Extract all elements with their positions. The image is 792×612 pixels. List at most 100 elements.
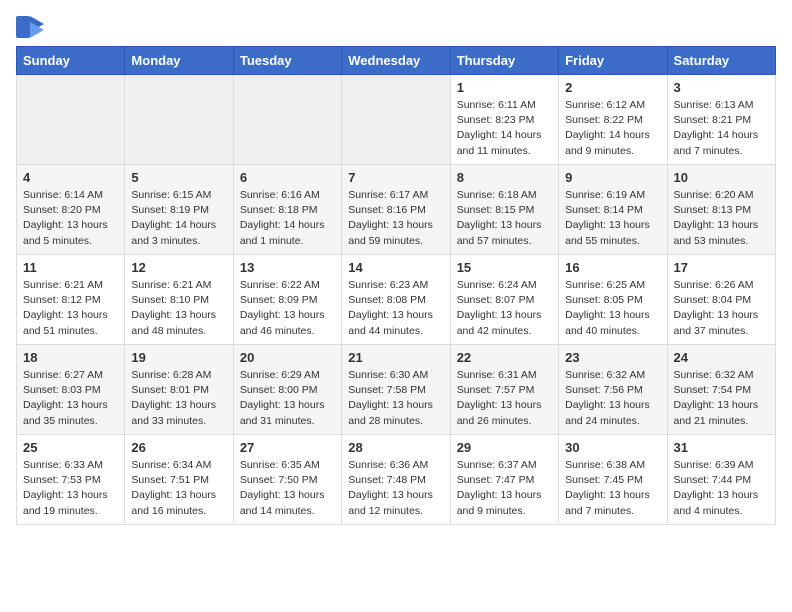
day-number: 26: [131, 440, 226, 455]
day-number: 28: [348, 440, 443, 455]
logo: [16, 16, 48, 38]
calendar-cell: 18 Sunrise: 6:27 AMSunset: 8:03 PMDayligh…: [17, 345, 125, 435]
calendar-cell: 8Sunrise: 6:18 AMSunset: 8:15 PMDaylight…: [450, 165, 558, 255]
col-header-saturday: Saturday: [667, 47, 775, 75]
calendar-cell: 29 Sunrise: 6:37 AMSunset: 7:47 PMDayligh…: [450, 435, 558, 525]
cell-info: Sunrise: 6:23 AMSunset: 8:08 PMDaylight:…: [348, 278, 443, 339]
cell-info: Sunrise: 6:31 AMSunset: 7:57 PMDaylight:…: [457, 368, 552, 429]
day-number: 9: [565, 170, 660, 185]
cell-info: Sunrise: 6:21 AMSunset: 8:10 PMDaylight:…: [131, 278, 226, 339]
day-number: 20: [240, 350, 335, 365]
cell-info: Sunrise: 6:24 AMSunset: 8:07 PMDaylight:…: [457, 278, 552, 339]
col-header-sunday: Sunday: [17, 47, 125, 75]
calendar-cell: 22 Sunrise: 6:31 AMSunset: 7:57 PMDayligh…: [450, 345, 558, 435]
cell-info: Sunrise: 6:34 AMSunset: 7:51 PMDaylight:…: [131, 458, 226, 519]
day-number: 6: [240, 170, 335, 185]
calendar-week-row: 4 Sunrise: 6:14 AMSunset: 8:20 PMDaylight…: [17, 165, 776, 255]
calendar-table: SundayMondayTuesdayWednesdayThursdayFrid…: [16, 46, 776, 525]
day-number: 10: [674, 170, 769, 185]
calendar-cell: 12 Sunrise: 6:21 AMSunset: 8:10 PMDayligh…: [125, 255, 233, 345]
calendar-cell: 17 Sunrise: 6:26 AMSunset: 8:04 PMDayligh…: [667, 255, 775, 345]
calendar-cell: [17, 75, 125, 165]
cell-info: Sunrise: 6:17 AMSunset: 8:16 PMDaylight:…: [348, 188, 443, 249]
col-header-wednesday: Wednesday: [342, 47, 450, 75]
day-number: 13: [240, 260, 335, 275]
calendar-cell: 1 Sunrise: 6:11 AMSunset: 8:23 PMDaylight…: [450, 75, 558, 165]
calendar-cell: 2 Sunrise: 6:12 AMSunset: 8:22 PMDaylight…: [559, 75, 667, 165]
cell-info: Sunrise: 6:30 AMSunset: 7:58 PMDaylight:…: [348, 368, 443, 429]
col-header-friday: Friday: [559, 47, 667, 75]
calendar-cell: 14 Sunrise: 6:23 AMSunset: 8:08 PMDayligh…: [342, 255, 450, 345]
calendar-cell: 21 Sunrise: 6:30 AMSunset: 7:58 PMDayligh…: [342, 345, 450, 435]
day-number: 5: [131, 170, 226, 185]
day-number: 4: [23, 170, 118, 185]
cell-info: Sunrise: 6:32 AMSunset: 7:54 PMDaylight:…: [674, 368, 769, 429]
day-number: 12: [131, 260, 226, 275]
cell-info: Sunrise: 6:14 AMSunset: 8:20 PMDaylight:…: [23, 188, 118, 249]
day-number: 31: [674, 440, 769, 455]
calendar-week-row: 1 Sunrise: 6:11 AMSunset: 8:23 PMDaylight…: [17, 75, 776, 165]
day-number: 2: [565, 80, 660, 95]
calendar-week-row: 25Sunrise: 6:33 AMSunset: 7:53 PMDayligh…: [17, 435, 776, 525]
day-number: 27: [240, 440, 335, 455]
cell-info: Sunrise: 6:25 AMSunset: 8:05 PMDaylight:…: [565, 278, 660, 339]
cell-info: Sunrise: 6:12 AMSunset: 8:22 PMDaylight:…: [565, 98, 660, 159]
calendar-cell: 31 Sunrise: 6:39 AMSunset: 7:44 PMDayligh…: [667, 435, 775, 525]
calendar-cell: 7Sunrise: 6:17 AMSunset: 8:16 PMDaylight…: [342, 165, 450, 255]
calendar-cell: 15 Sunrise: 6:24 AMSunset: 8:07 PMDayligh…: [450, 255, 558, 345]
day-number: 11: [23, 260, 118, 275]
day-number: 19: [131, 350, 226, 365]
calendar-header-row: SundayMondayTuesdayWednesdayThursdayFrid…: [17, 47, 776, 75]
calendar-cell: 19 Sunrise: 6:28 AMSunset: 8:01 PMDayligh…: [125, 345, 233, 435]
day-number: 25: [23, 440, 118, 455]
calendar-cell: 13 Sunrise: 6:22 AMSunset: 8:09 PMDayligh…: [233, 255, 341, 345]
calendar-cell: 5 Sunrise: 6:15 AMSunset: 8:19 PMDaylight…: [125, 165, 233, 255]
calendar-cell: 9 Sunrise: 6:19 AMSunset: 8:14 PMDaylight…: [559, 165, 667, 255]
day-number: 15: [457, 260, 552, 275]
cell-info: Sunrise: 6:27 AMSunset: 8:03 PMDaylight:…: [23, 368, 118, 429]
cell-info: Sunrise: 6:22 AMSunset: 8:09 PMDaylight:…: [240, 278, 335, 339]
calendar-cell: 26 Sunrise: 6:34 AMSunset: 7:51 PMDayligh…: [125, 435, 233, 525]
calendar-cell: 11 Sunrise: 6:21 AMSunset: 8:12 PMDayligh…: [17, 255, 125, 345]
day-number: 29: [457, 440, 552, 455]
cell-info: Sunrise: 6:13 AMSunset: 8:21 PMDaylight:…: [674, 98, 769, 159]
calendar-week-row: 18 Sunrise: 6:27 AMSunset: 8:03 PMDayligh…: [17, 345, 776, 435]
cell-info: Sunrise: 6:28 AMSunset: 8:01 PMDaylight:…: [131, 368, 226, 429]
calendar-cell: 6Sunrise: 6:16 AMSunset: 8:18 PMDaylight…: [233, 165, 341, 255]
calendar-week-row: 11 Sunrise: 6:21 AMSunset: 8:12 PMDayligh…: [17, 255, 776, 345]
calendar-cell: 27 Sunrise: 6:35 AMSunset: 7:50 PMDayligh…: [233, 435, 341, 525]
calendar-cell: 28 Sunrise: 6:36 AMSunset: 7:48 PMDayligh…: [342, 435, 450, 525]
col-header-thursday: Thursday: [450, 47, 558, 75]
cell-info: Sunrise: 6:19 AMSunset: 8:14 PMDaylight:…: [565, 188, 660, 249]
day-number: 23: [565, 350, 660, 365]
cell-info: Sunrise: 6:29 AMSunset: 8:00 PMDaylight:…: [240, 368, 335, 429]
day-number: 3: [674, 80, 769, 95]
day-number: 24: [674, 350, 769, 365]
cell-info: Sunrise: 6:37 AMSunset: 7:47 PMDaylight:…: [457, 458, 552, 519]
day-number: 1: [457, 80, 552, 95]
cell-info: Sunrise: 6:35 AMSunset: 7:50 PMDaylight:…: [240, 458, 335, 519]
col-header-tuesday: Tuesday: [233, 47, 341, 75]
logo-icon: [16, 16, 44, 38]
cell-info: Sunrise: 6:15 AMSunset: 8:19 PMDaylight:…: [131, 188, 226, 249]
day-number: 22: [457, 350, 552, 365]
cell-info: Sunrise: 6:26 AMSunset: 8:04 PMDaylight:…: [674, 278, 769, 339]
calendar-cell: 23Sunrise: 6:32 AMSunset: 7:56 PMDayligh…: [559, 345, 667, 435]
cell-info: Sunrise: 6:36 AMSunset: 7:48 PMDaylight:…: [348, 458, 443, 519]
cell-info: Sunrise: 6:11 AMSunset: 8:23 PMDaylight:…: [457, 98, 552, 159]
day-number: 17: [674, 260, 769, 275]
cell-info: Sunrise: 6:38 AMSunset: 7:45 PMDaylight:…: [565, 458, 660, 519]
day-number: 18: [23, 350, 118, 365]
page-header: [16, 16, 776, 38]
day-number: 14: [348, 260, 443, 275]
calendar-body: 1 Sunrise: 6:11 AMSunset: 8:23 PMDaylight…: [17, 75, 776, 525]
calendar-cell: 16Sunrise: 6:25 AMSunset: 8:05 PMDayligh…: [559, 255, 667, 345]
calendar-cell: 4 Sunrise: 6:14 AMSunset: 8:20 PMDaylight…: [17, 165, 125, 255]
calendar-cell: [342, 75, 450, 165]
cell-info: Sunrise: 6:39 AMSunset: 7:44 PMDaylight:…: [674, 458, 769, 519]
cell-info: Sunrise: 6:21 AMSunset: 8:12 PMDaylight:…: [23, 278, 118, 339]
calendar-cell: [125, 75, 233, 165]
day-number: 21: [348, 350, 443, 365]
day-number: 8: [457, 170, 552, 185]
calendar-cell: 30Sunrise: 6:38 AMSunset: 7:45 PMDayligh…: [559, 435, 667, 525]
